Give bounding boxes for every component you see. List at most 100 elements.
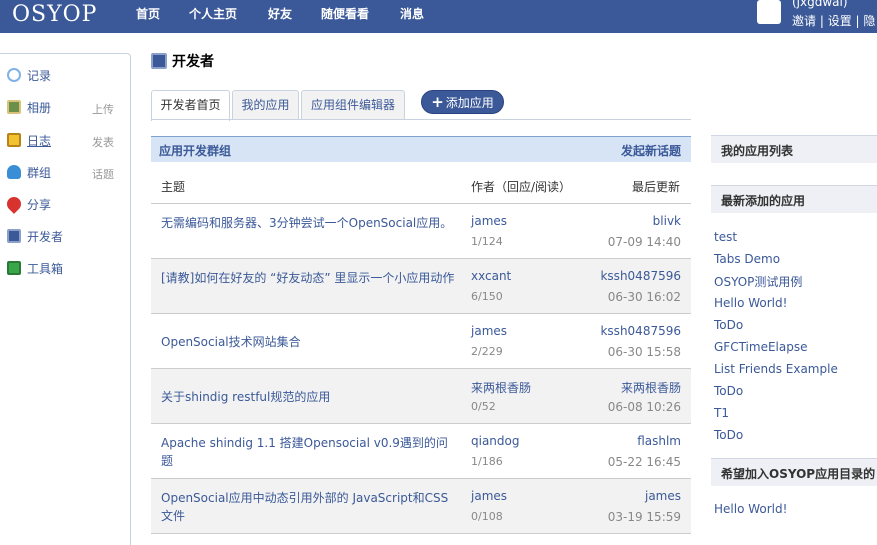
- sidebar-item-toolbox[interactable]: 工具箱: [0, 258, 132, 278]
- group-header: 应用开发群组 发起新话题: [151, 136, 691, 162]
- topic-link[interactable]: OpenSocial应用中动态引用外部的 JavaScript和CSS文件: [161, 489, 456, 525]
- reply-read-count: 1/186: [471, 455, 503, 468]
- nav-explore[interactable]: 随便看看: [321, 5, 369, 22]
- join-directory-box: 希望加入OSYOP应用目录的: [711, 458, 877, 486]
- topic-link[interactable]: 关于shindig restful规范的应用: [161, 388, 456, 406]
- sidebar-item-label: 工具箱: [27, 262, 64, 276]
- app-link[interactable]: Hello World!: [714, 296, 787, 310]
- nav-profile[interactable]: 个人主页: [189, 5, 237, 22]
- sidebar-item-notes[interactable]: 记录: [0, 65, 132, 85]
- reply-read-count: 2/229: [471, 345, 503, 358]
- last-update-time: 06-30 16:02: [607, 290, 681, 304]
- app-link[interactable]: ToDo: [714, 384, 743, 398]
- app-link[interactable]: ToDo: [714, 428, 743, 442]
- sidebar-item-share[interactable]: 分享: [0, 194, 132, 214]
- author-link[interactable]: james: [471, 214, 507, 228]
- author-link[interactable]: james: [471, 489, 507, 503]
- sidebar: 记录 相册 上传 日志 发表 群组 话题 分享 开发者 工具箱: [0, 53, 131, 545]
- last-update-time: 06-08 10:26: [607, 400, 681, 414]
- topic-link[interactable]: Apache shindig 1.1 搭建Opensocial v0.9遇到的问…: [161, 434, 456, 470]
- last-user-link[interactable]: flashlm: [637, 434, 681, 448]
- privacy-link[interactable]: 隐: [863, 14, 875, 28]
- last-user-link[interactable]: kssh0487596: [600, 269, 681, 283]
- new-topic-link[interactable]: 发起新话题: [621, 142, 681, 159]
- topic-link[interactable]: 话题: [92, 166, 114, 182]
- latest-apps-title: 最新添加的应用: [721, 194, 806, 208]
- sidebar-item-label: 记录: [27, 69, 52, 83]
- my-apps-box: 我的应用列表: [711, 135, 877, 163]
- table-row: OpenSocial应用中动态引用外部的 JavaScript和CSS文件 ja…: [151, 479, 691, 534]
- last-user-link[interactable]: kssh0487596: [600, 324, 681, 338]
- table-row: Apache shindig 1.1 搭建Opensocial v0.9遇到的问…: [151, 424, 691, 479]
- app-link[interactable]: OSYOP测试用例: [714, 273, 802, 290]
- reply-read-count: 0/108: [471, 510, 503, 523]
- app-link[interactable]: List Friends Example: [714, 362, 838, 376]
- last-update-time: 03-19 15:59: [607, 510, 681, 524]
- user-name[interactable]: (jxgdwal): [792, 0, 848, 9]
- table-row: [请教]如何在好友的 “好友动态” 里显示一个小应用动作 xxcant 6/15…: [151, 259, 691, 314]
- table-row: 无需编码和服务器、3分钟尝试一个OpenSocial应用。 james 1/12…: [151, 204, 691, 259]
- sidebar-item-blog[interactable]: 日志 发表: [0, 130, 132, 150]
- nav-home[interactable]: 首页: [136, 5, 160, 22]
- speech-bubble-icon: [7, 68, 21, 82]
- table-row: 关于shindig restful规范的应用 来两根香肠 0/52 来两根香肠 …: [151, 369, 691, 424]
- sidebar-item-groups[interactable]: 群组 话题: [0, 162, 132, 182]
- author-link[interactable]: qiandog: [471, 434, 520, 448]
- topic-link[interactable]: [请教]如何在好友的 “好友动态” 里显示一个小应用动作: [161, 269, 456, 287]
- reply-read-count: 1/124: [471, 235, 503, 248]
- sidebar-item-album[interactable]: 相册 上传: [0, 97, 132, 117]
- topic-link[interactable]: 无需编码和服务器、3分钟尝试一个OpenSocial应用。: [161, 214, 456, 232]
- last-update-time: 07-09 14:40: [607, 235, 681, 249]
- sidebar-item-label: 群组: [27, 166, 52, 180]
- settings-link[interactable]: 设置: [828, 14, 852, 28]
- toolbox-icon: [7, 261, 21, 275]
- add-app-button[interactable]: + 添加应用: [421, 90, 504, 114]
- last-user-link[interactable]: blivk: [653, 214, 681, 228]
- topic-link[interactable]: OpenSocial技术网站集合: [161, 333, 456, 351]
- top-bar: OSYOP 首页 个人主页 好友 随便看看 消息 (jxgdwal) 邀请 | …: [0, 0, 877, 33]
- last-user-link[interactable]: 来两根香肠: [621, 379, 681, 396]
- separator: |: [816, 14, 828, 28]
- last-update-time: 05-22 16:45: [607, 455, 681, 469]
- author-link[interactable]: xxcant: [471, 269, 511, 283]
- app-link[interactable]: Tabs Demo: [714, 252, 780, 266]
- add-app-label: 添加应用: [445, 96, 494, 110]
- nav-friends[interactable]: 好友: [268, 5, 292, 22]
- tab-gadget-editor[interactable]: 应用组件编辑器: [301, 90, 405, 120]
- reply-read-count: 0/52: [471, 400, 496, 413]
- tab-divider: [151, 119, 691, 120]
- tab-my-apps[interactable]: 我的应用: [232, 90, 299, 120]
- sidebar-item-label: 日志: [27, 134, 52, 148]
- post-link[interactable]: 发表: [92, 134, 114, 150]
- developer-icon: [151, 53, 167, 69]
- latest-apps-box: 最新添加的应用: [711, 185, 877, 213]
- last-user-link[interactable]: james: [645, 489, 681, 503]
- app-link[interactable]: ToDo: [714, 318, 743, 332]
- avatar[interactable]: [757, 0, 781, 24]
- sidebar-item-label: 开发者: [27, 230, 64, 244]
- column-topic: 主题: [161, 180, 186, 194]
- invite-link[interactable]: 邀请: [792, 14, 816, 28]
- app-link[interactable]: test: [714, 230, 737, 244]
- app-link[interactable]: GFCTimeElapse: [714, 340, 807, 354]
- upload-link[interactable]: 上传: [92, 101, 114, 117]
- user-links: 邀请 | 设置 | 隐: [792, 12, 875, 29]
- reply-read-count: 6/150: [471, 290, 503, 303]
- sidebar-item-label: 相册: [27, 101, 52, 115]
- notebook-icon: [7, 133, 21, 147]
- sidebar-item-label: 分享: [27, 198, 52, 212]
- nav-messages[interactable]: 消息: [400, 5, 424, 22]
- app-link[interactable]: Hello World!: [714, 502, 787, 516]
- sidebar-item-developer[interactable]: 开发者: [0, 226, 132, 246]
- column-last-update: 最后更新: [632, 180, 681, 194]
- group-title[interactable]: 应用开发群组: [159, 142, 231, 159]
- photo-icon: [7, 100, 21, 114]
- tab-developer-home[interactable]: 开发者首页: [151, 90, 230, 121]
- page-title: 开发者: [172, 54, 214, 70]
- author-link[interactable]: james: [471, 324, 507, 338]
- heart-icon: [4, 194, 24, 214]
- plus-icon: +: [431, 93, 444, 111]
- author-link[interactable]: 来两根香肠: [471, 379, 531, 396]
- app-link[interactable]: T1: [714, 406, 729, 420]
- site-logo[interactable]: OSYOP: [12, 2, 97, 27]
